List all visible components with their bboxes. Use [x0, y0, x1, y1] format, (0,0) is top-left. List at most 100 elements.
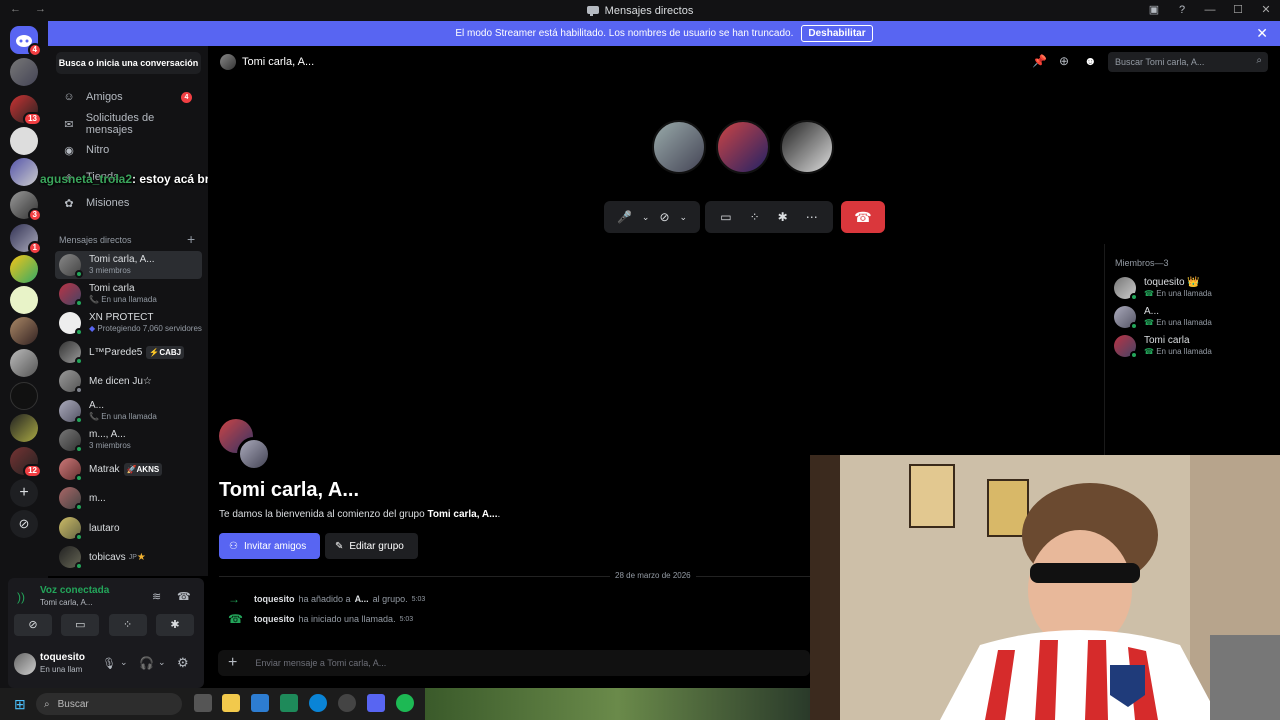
camera-off-icon[interactable]: ⊘	[659, 210, 669, 224]
server-icon[interactable]: 13	[10, 95, 42, 126]
chevron-down-icon[interactable]: ⌄	[120, 657, 128, 668]
server-icon[interactable]: 12	[10, 447, 42, 478]
member-item[interactable]: A... ☎ En una llamada	[1114, 303, 1274, 331]
server-icon[interactable]	[10, 286, 38, 314]
home-button[interactable]: 4	[10, 26, 42, 57]
disable-streamer-button[interactable]: Deshabilitar	[801, 25, 873, 42]
user-name: toquesito	[40, 652, 85, 663]
find-conversation-button[interactable]: Busca o inicia una conversación	[56, 52, 201, 74]
message-user[interactable]: toquesito	[254, 614, 295, 624]
arrow-right-icon: →	[228, 592, 240, 606]
soundboard-icon[interactable]: ✱	[778, 210, 788, 224]
message-target[interactable]: A...	[355, 594, 369, 604]
dm-item[interactable]: m...	[55, 484, 202, 512]
message-action: ha añadido a	[298, 594, 351, 604]
add-server-icon[interactable]: +	[10, 479, 38, 507]
server-icon[interactable]	[10, 382, 38, 410]
chevron-down-icon[interactable]: ⌄	[680, 212, 688, 223]
nav-friends[interactable]: ☺ Amigos 4	[56, 85, 202, 109]
call-participant-avatar[interactable]	[652, 120, 706, 174]
dm-item[interactable]: Tomi carla, A... 3 miembros	[55, 251, 202, 279]
message-user[interactable]: toquesito	[254, 594, 295, 604]
forward-icon[interactable]: →	[35, 3, 46, 15]
server-icon[interactable]	[10, 58, 38, 86]
activities-icon[interactable]: ⁘	[750, 210, 760, 224]
app-icon[interactable]	[338, 694, 356, 712]
call-participant-avatar[interactable]	[716, 120, 770, 174]
back-icon[interactable]: ←	[10, 3, 21, 15]
nitro-icon: ◉	[64, 144, 74, 157]
file-explorer-icon[interactable]	[222, 694, 240, 712]
noise-suppression-icon[interactable]: ≋	[152, 590, 161, 603]
app-icon[interactable]	[280, 694, 298, 712]
chevron-down-icon[interactable]: ⌄	[158, 657, 166, 668]
member-list-icon[interactable]: ☻	[1084, 54, 1097, 68]
invite-friends-button[interactable]: ⚇ Invitar amigos	[219, 533, 320, 559]
nav-message-requests[interactable]: ✉ Solicitudes de mensajes	[56, 112, 202, 136]
create-dm-icon[interactable]: +	[187, 231, 195, 247]
headphones-icon[interactable]: 🎧	[139, 656, 154, 670]
help-icon[interactable]: ?	[1168, 0, 1196, 21]
chevron-down-icon[interactable]: ⌄	[642, 212, 650, 223]
gear-icon[interactable]: ⚙	[177, 655, 189, 671]
user-avatar[interactable]	[14, 653, 36, 675]
dm-item[interactable]: L™Parede5 ⚡CABJ	[55, 338, 202, 366]
nav-nitro[interactable]: ◉ Nitro	[56, 138, 202, 162]
windows-start-icon[interactable]: ⊞	[14, 696, 26, 713]
discover-icon[interactable]: ⊘	[10, 510, 38, 538]
channel-name[interactable]: Tomi carla, A...	[242, 56, 314, 68]
screenshare-icon[interactable]: ▭	[61, 614, 100, 636]
streamer-mode-banner: El modo Streamer está habilitado. Los no…	[48, 21, 1280, 46]
status-indicator	[75, 416, 83, 424]
edit-group-button[interactable]: ✎ Editar grupo	[325, 533, 418, 559]
member-item[interactable]: toquesito 👑 ☎ En una llamada	[1114, 274, 1274, 302]
add-attachment-icon[interactable]: +	[228, 654, 237, 672]
nav-quests[interactable]: ✿ Misiones	[56, 191, 202, 215]
dm-item[interactable]: m..., A... 3 miembros	[55, 426, 202, 454]
app-icon[interactable]	[251, 694, 269, 712]
taskbar-search[interactable]: ⌕ Buscar	[36, 693, 182, 715]
edge-icon[interactable]	[309, 694, 327, 712]
maximize-button[interactable]: ☐	[1224, 0, 1252, 21]
task-view-icon[interactable]	[194, 694, 212, 712]
dm-item[interactable]: Tomi carla 📞 En una llamada	[55, 280, 202, 308]
dm-item[interactable]: A... 📞 En una llamada	[55, 397, 202, 425]
guild-tag-text: JP	[128, 553, 137, 561]
discord-taskbar-icon[interactable]	[367, 694, 385, 712]
avatar	[59, 254, 83, 278]
screenshare-icon[interactable]: ▭	[720, 210, 731, 224]
inbox-icon[interactable]: ▣	[1140, 0, 1168, 21]
server-icon[interactable]: 3	[10, 191, 42, 222]
server-icon[interactable]	[10, 127, 38, 155]
search-placeholder: Buscar Tomi carla, A...	[1115, 57, 1205, 67]
message-input[interactable]: + Enviar mensaje a Tomi carla, A...	[218, 650, 810, 676]
pin-icon[interactable]: 📌	[1032, 54, 1047, 68]
dm-item[interactable]: tobicavs JP ★	[55, 543, 202, 571]
camera-off-icon[interactable]: ⊘	[14, 614, 52, 636]
dm-item[interactable]: Me dicen Ju☆	[55, 367, 202, 395]
soundboard-icon[interactable]: ✱	[155, 614, 194, 636]
close-window-button[interactable]: ✕	[1252, 0, 1280, 21]
activities-icon[interactable]: ⁘	[108, 614, 147, 636]
mic-icon[interactable]: 🎙	[102, 657, 116, 670]
server-icon[interactable]	[10, 317, 38, 345]
disconnect-icon[interactable]: ☎	[177, 590, 191, 603]
more-icon[interactable]: ⋯	[806, 210, 818, 224]
add-member-icon[interactable]: ⊕	[1059, 54, 1069, 68]
spotify-icon[interactable]	[396, 694, 414, 712]
dm-item[interactable]: XN PROTECT ◆ Protegiendo 7,060 servidores	[55, 309, 202, 337]
microphone-icon[interactable]: 🎤	[617, 210, 632, 224]
server-icon[interactable]	[10, 414, 38, 442]
server-icon[interactable]	[10, 255, 38, 283]
server-icon[interactable]	[10, 349, 38, 377]
dm-item[interactable]: Matrak 🚀AKNS	[55, 455, 202, 483]
server-icon[interactable]: 1	[10, 224, 42, 255]
dm-item[interactable]: lautaro	[55, 514, 202, 542]
end-call-button[interactable]: ☎	[841, 201, 885, 233]
close-banner-icon[interactable]: ✕	[1256, 25, 1268, 42]
member-item[interactable]: Tomi carla ☎ En una llamada	[1114, 332, 1274, 360]
call-participant-avatar[interactable]	[780, 120, 834, 174]
server-icon[interactable]	[10, 158, 38, 186]
search-input[interactable]: Buscar Tomi carla, A... ⌕	[1108, 52, 1268, 72]
minimize-button[interactable]: —	[1196, 0, 1224, 21]
